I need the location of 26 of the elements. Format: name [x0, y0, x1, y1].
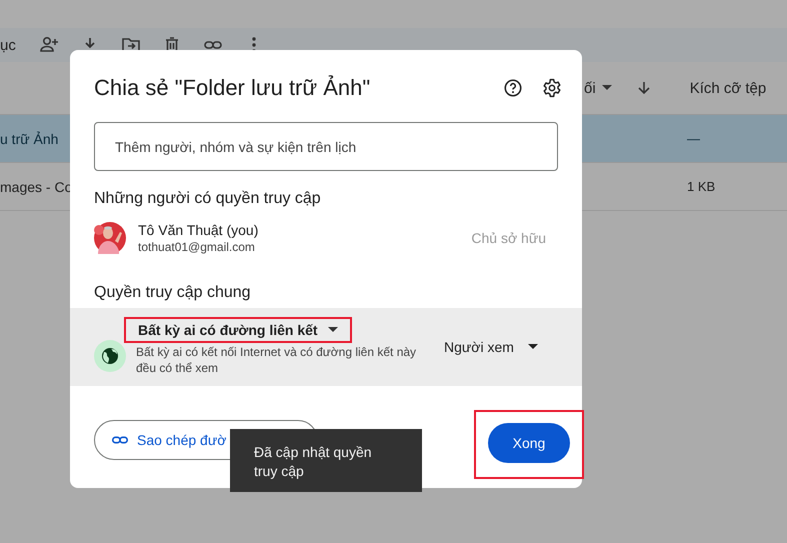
add-people-field[interactable]: Thêm người, nhóm và sự kiện trên lịch	[94, 122, 558, 171]
column-header[interactable]: ối	[584, 80, 596, 96]
done-button[interactable]: Xong	[488, 423, 570, 463]
globe-icon	[94, 340, 126, 372]
section-heading: Những người có quyền truy cập	[94, 190, 322, 208]
access-description: Bất kỳ ai có kết nối Internet và có đường liên kết này đều có thể xem	[136, 345, 418, 377]
add-person-icon[interactable]	[38, 35, 59, 55]
dialog-title: Chia sẻ "Folder lưu trữ Ảnh"	[94, 75, 372, 101]
file-size: 1 KB	[687, 179, 716, 194]
column-header[interactable]: Kích cỡ tệp	[690, 80, 766, 96]
caret-icon[interactable]	[528, 344, 538, 350]
settings-icon[interactable]	[542, 78, 562, 98]
caret-icon[interactable]	[328, 327, 338, 334]
toolbar-label: ục	[0, 36, 16, 54]
person-email: tothuat01@gmail.com	[138, 240, 256, 254]
access-dropdown[interactable]: Bất kỳ ai có đường liên kết	[124, 317, 352, 344]
help-icon[interactable]	[503, 78, 523, 98]
toast: Đã cập nhật quyền truy cập	[230, 429, 422, 492]
sort-arrow-icon[interactable]	[636, 80, 652, 96]
role-label: Chủ sở hữu	[471, 230, 546, 246]
role-dropdown[interactable]: Người xem	[444, 339, 538, 355]
caret-icon[interactable]	[602, 85, 612, 91]
section-heading: Quyền truy cập chung	[94, 284, 252, 302]
person-name: Tô Văn Thuật (you)	[138, 222, 260, 238]
file-name: u trữ Ảnh	[0, 130, 60, 146]
file-size: —	[687, 131, 700, 146]
